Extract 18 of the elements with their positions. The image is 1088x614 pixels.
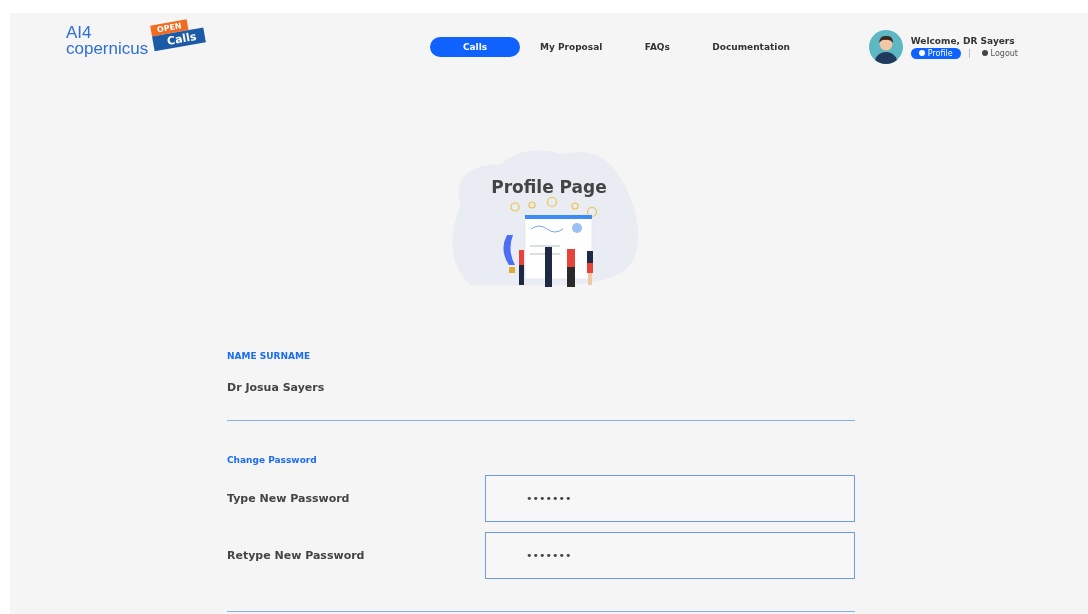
welcome-text: Welcome, DR Sayers — [910, 35, 1016, 46]
field-label: Retype New Password — [227, 549, 366, 562]
nav-tab[interactable]: FAQs — [622, 37, 693, 57]
profile-button[interactable]: Profile — [910, 47, 961, 59]
logo-text: AI4 — [66, 24, 93, 41]
section-label: Change Password — [227, 455, 318, 465]
nav-tab[interactable]: Calls — [430, 37, 520, 57]
field-label: Type New Password — [227, 492, 351, 505]
page-title: Profile Page — [491, 177, 607, 197]
password-field[interactable]: ••••••• — [485, 532, 855, 579]
nav-tab[interactable]: My Proposal — [530, 37, 613, 57]
name-value: Dr Josua Sayers — [227, 381, 326, 394]
section-label: NAME SURNAME — [227, 351, 312, 361]
password-field[interactable]: ••••••• — [485, 475, 855, 522]
nav-tab[interactable]: Documentation — [702, 37, 800, 57]
logout-link[interactable]: Logout — [981, 48, 1018, 58]
logo-text: copernicus — [66, 41, 149, 58]
avatar-icon — [868, 30, 903, 64]
